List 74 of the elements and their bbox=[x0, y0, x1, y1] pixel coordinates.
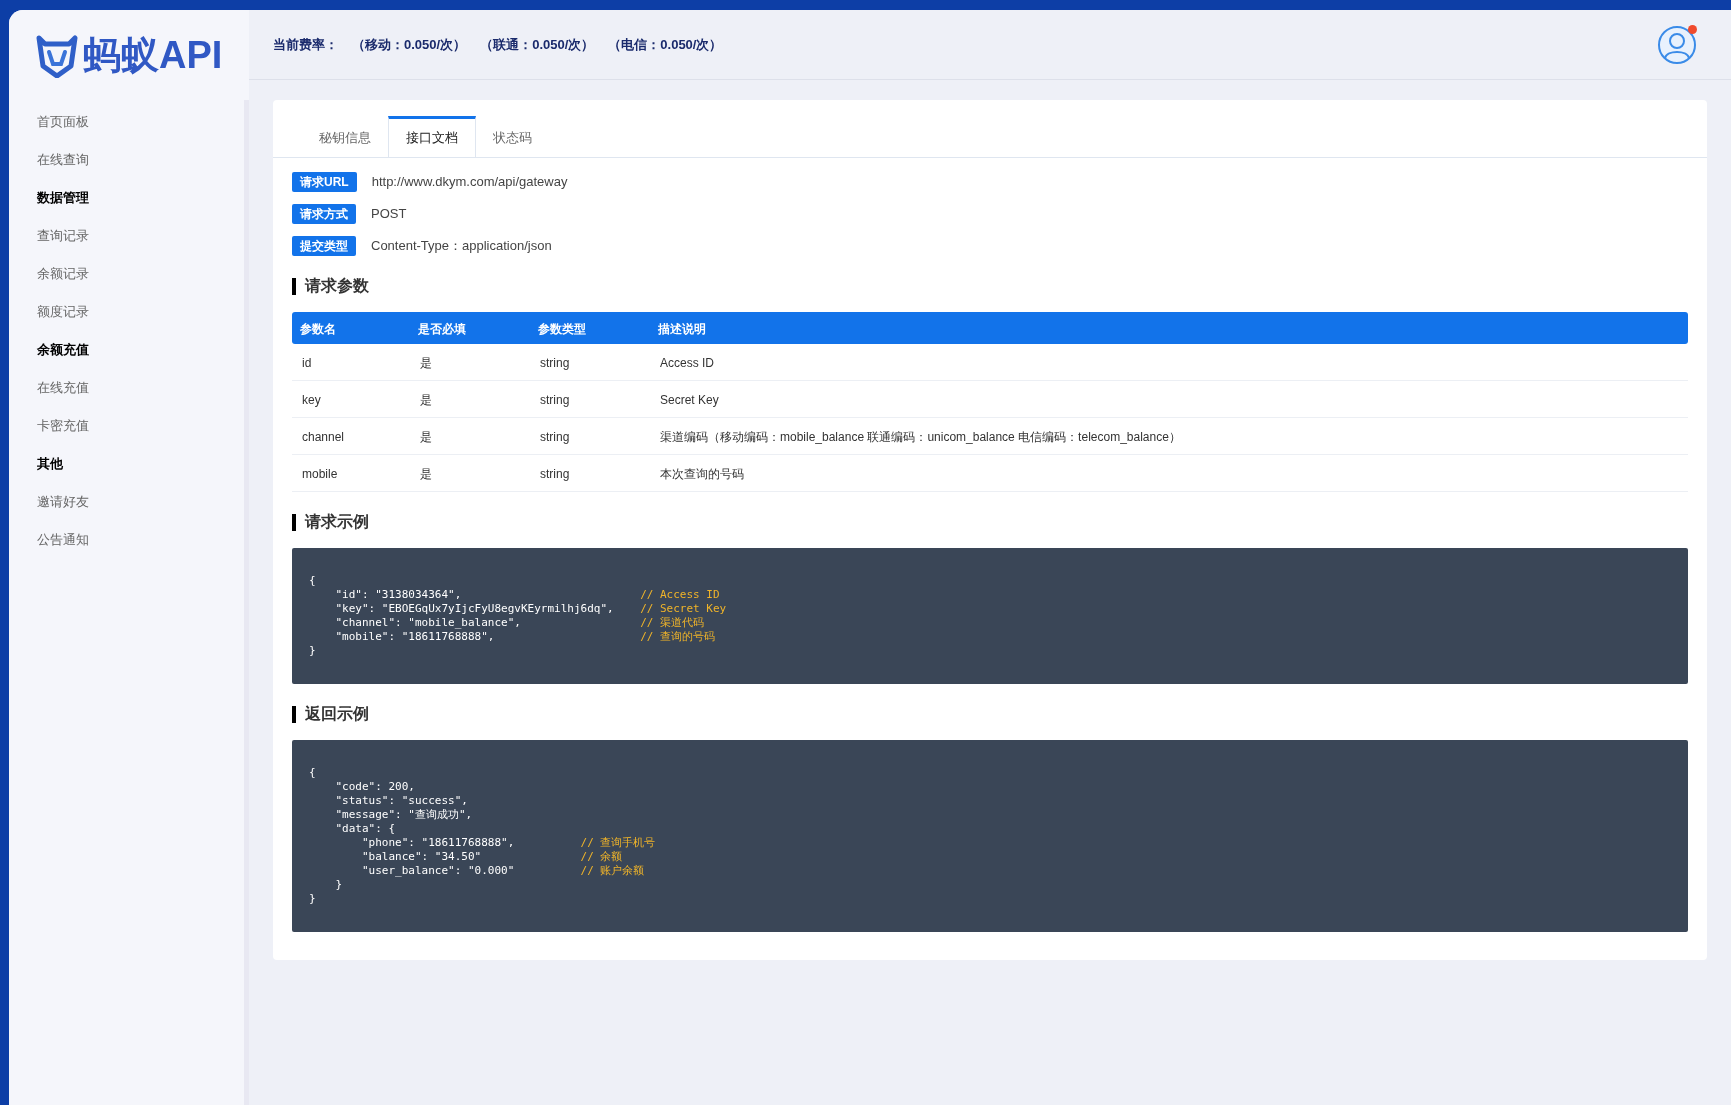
sidebar-item[interactable]: 额度记录 bbox=[37, 293, 89, 331]
tab[interactable]: 状态码 bbox=[476, 116, 549, 157]
tab[interactable]: 接口文档 bbox=[388, 116, 476, 157]
code-line: } bbox=[309, 892, 317, 906]
code-line: "key": "EBOEGqUx7yIjcFyU8egvKEyrmilhj6dq", bbox=[334, 602, 615, 616]
table-cell: Secret Key bbox=[660, 393, 719, 407]
code-comment: // Secret Key bbox=[640, 602, 727, 616]
code-line: "channel": "mobile_balance", bbox=[334, 616, 522, 630]
code-line: "phone": "18611768888", bbox=[360, 836, 516, 850]
table-cell: string bbox=[540, 430, 570, 444]
sidebar-item[interactable]: 首页面板 bbox=[37, 103, 89, 141]
table-cell: 是 bbox=[420, 393, 432, 407]
code-line: "data": { bbox=[334, 822, 397, 836]
code-line: "mobile": "18611768888", bbox=[334, 630, 496, 644]
code-line: "status": "success", bbox=[334, 794, 469, 808]
code-comment: // 渠道代码 bbox=[640, 616, 704, 630]
shield-logo-icon bbox=[35, 32, 79, 78]
code-comment: // 余额 bbox=[580, 850, 623, 864]
sidebar-item[interactable]: 查询记录 bbox=[37, 217, 89, 255]
section-title: 请求示例 bbox=[305, 512, 369, 532]
user-avatar-icon[interactable] bbox=[1657, 24, 1697, 65]
table-cell: key bbox=[302, 393, 321, 407]
code-line: "id": "3138034364", bbox=[334, 588, 463, 602]
table-cell: 是 bbox=[420, 356, 432, 370]
brand-name: 蚂蚁API bbox=[83, 36, 223, 74]
table-cell: string bbox=[540, 393, 570, 407]
code-line: } bbox=[309, 644, 317, 658]
table-cell: string bbox=[540, 356, 570, 370]
tab[interactable]: 秘钥信息 bbox=[302, 116, 388, 157]
sidebar-item[interactable]: 邀请好友 bbox=[37, 483, 89, 521]
table-cell: channel bbox=[302, 430, 345, 444]
code-line: "code": 200, bbox=[334, 780, 416, 794]
info-value: POST bbox=[371, 205, 407, 224]
table-cell: string bbox=[540, 467, 570, 481]
code-line: "balance": "34.50" bbox=[360, 850, 483, 864]
table-cell: id bbox=[302, 356, 312, 370]
sidebar-item[interactable]: 在线查询 bbox=[37, 141, 89, 179]
code-comment: // Access ID bbox=[640, 588, 720, 602]
table-cell: 是 bbox=[420, 430, 432, 444]
info-tag: 请求方式 bbox=[292, 204, 356, 224]
code-comment: // 查询手机号 bbox=[580, 836, 656, 850]
section-title: 返回示例 bbox=[305, 704, 369, 724]
rate-text: （联通：0.050/次） bbox=[480, 35, 595, 54]
info-value: http://www.dkym.com/api/gateway bbox=[371, 173, 568, 192]
sidebar-item[interactable]: 卡密充值 bbox=[37, 407, 89, 445]
table-cell: Access ID bbox=[660, 356, 714, 370]
column-header: 参数名 bbox=[300, 322, 336, 336]
column-header: 描述说明 bbox=[658, 322, 706, 336]
rate-label: 当前费率： bbox=[273, 35, 338, 54]
column-header: 参数类型 bbox=[538, 322, 586, 336]
code-line: { bbox=[309, 574, 317, 588]
info-tag: 提交类型 bbox=[292, 236, 356, 256]
table-cell: 是 bbox=[420, 467, 432, 481]
info-value: Content-Type：application/json bbox=[371, 237, 552, 256]
code-line: { bbox=[309, 766, 317, 780]
table-cell: 渠道编码（移动编码：mobile_balance 联通编码：unicom_balance 电信编码：telecom_balance） bbox=[660, 430, 1181, 444]
table-cell: mobile bbox=[302, 467, 338, 481]
code-line: } bbox=[334, 878, 344, 892]
info-tag: 请求URL bbox=[292, 172, 357, 192]
rate-text: （电信：0.050/次） bbox=[608, 35, 723, 54]
sidebar-section-header: 余额充值 bbox=[37, 341, 89, 360]
table-cell: 本次查询的号码 bbox=[660, 467, 744, 481]
rate-text: （移动：0.050/次） bbox=[352, 35, 467, 54]
code-comment: // 查询的号码 bbox=[640, 630, 715, 644]
column-header: 是否必填 bbox=[418, 322, 466, 336]
sidebar-section-header: 其他 bbox=[37, 455, 63, 474]
sidebar-section-header: 数据管理 bbox=[37, 189, 89, 208]
sidebar-item[interactable]: 公告通知 bbox=[37, 521, 89, 559]
sidebar-item[interactable]: 余额记录 bbox=[37, 255, 89, 293]
sidebar-item[interactable]: 在线充值 bbox=[37, 369, 89, 407]
code-line: "message": "查询成功", bbox=[334, 808, 474, 822]
section-title: 请求参数 bbox=[305, 276, 369, 296]
code-line: "user_balance": "0.000" bbox=[360, 864, 516, 878]
code-comment: // 账户余额 bbox=[580, 864, 645, 878]
